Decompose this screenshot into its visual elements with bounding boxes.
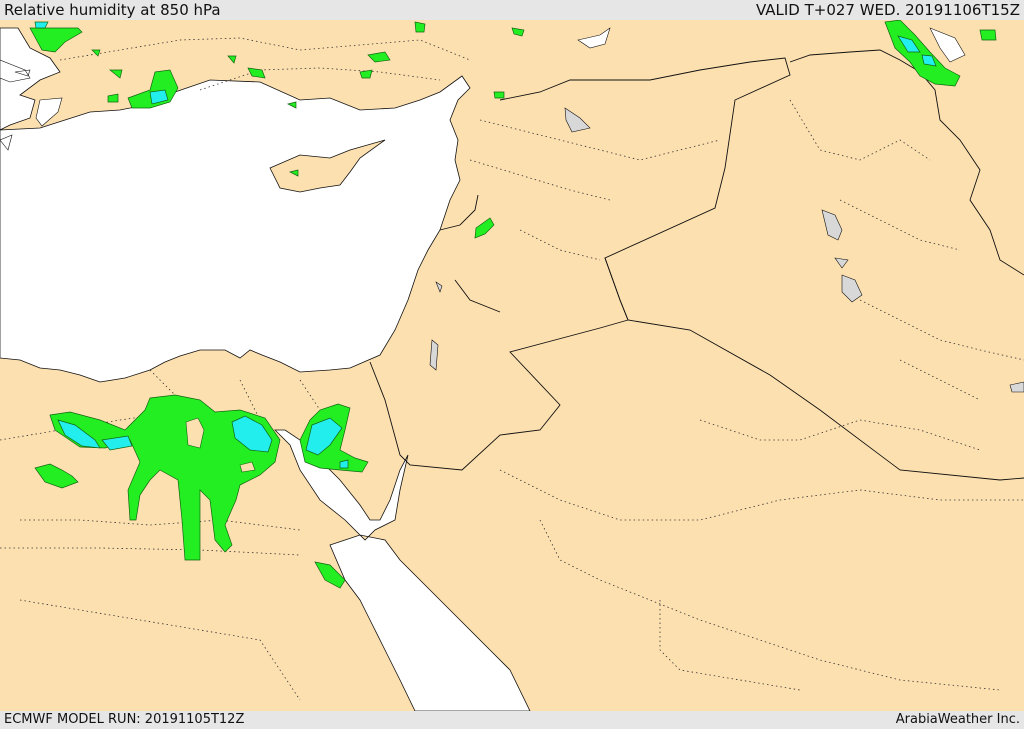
humidity-map <box>0 20 1024 711</box>
footer-bar: ECMWF MODEL RUN: 20191105T12Z ArabiaWeat… <box>0 711 1024 729</box>
model-run: ECMWF MODEL RUN: 20191105T12Z <box>4 712 245 727</box>
valid-time: VALID T+027 WED. 20191106T15Z <box>755 1 1020 19</box>
credit: ArabiaWeather Inc. <box>895 712 1020 727</box>
map-title: Relative humidity at 850 hPa <box>4 1 221 19</box>
header-bar: Relative humidity at 850 hPa VALID T+027… <box>0 0 1024 20</box>
